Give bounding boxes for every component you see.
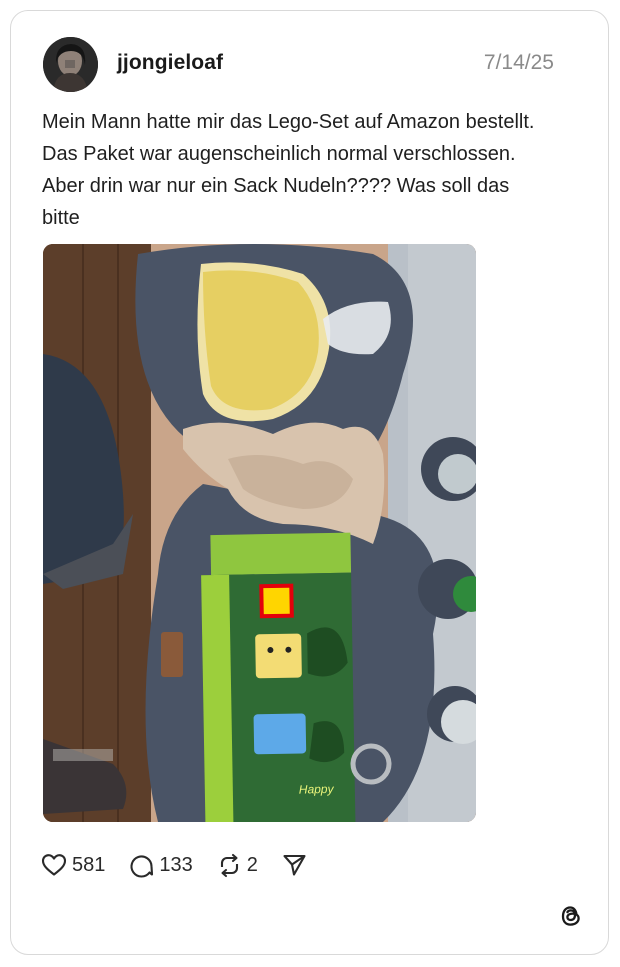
share-button[interactable] <box>282 853 307 877</box>
action-bar: 581 133 2 <box>41 849 331 881</box>
like-button[interactable]: 581 <box>41 853 105 877</box>
repost-button[interactable]: 2 <box>217 853 258 878</box>
post-card: jjongieloaf 7/14/25 Mein Mann hatte mir … <box>10 10 609 955</box>
comment-icon <box>130 854 154 878</box>
avatar[interactable] <box>43 37 98 92</box>
send-icon <box>283 854 306 876</box>
comment-count: 133 <box>159 853 193 876</box>
repost-icon <box>220 853 238 877</box>
post-text: Mein Mann hatte mir das Lego-Set auf Ama… <box>42 111 535 229</box>
post-photo[interactable]: Happy <box>43 244 476 822</box>
heart-icon <box>41 854 67 876</box>
post-date: 7/14/25 <box>483 51 554 74</box>
repost-count: 2 <box>246 853 258 876</box>
like-count: 581 <box>72 853 106 876</box>
username[interactable]: jjongieloaf <box>117 51 223 75</box>
comment-button[interactable]: 133 <box>129 853 193 878</box>
svg-text:Happy: Happy <box>299 782 335 797</box>
threads-logo-icon[interactable] <box>557 902 585 930</box>
